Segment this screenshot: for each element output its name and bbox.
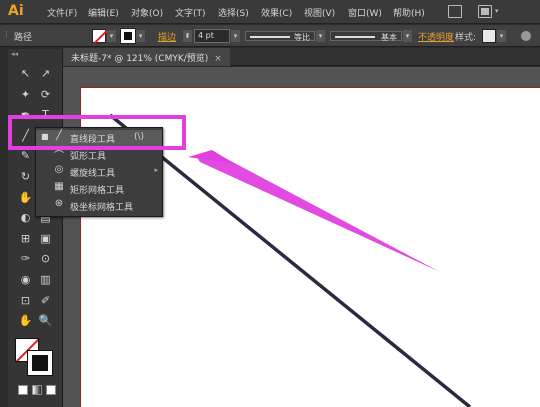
collapse-panel-icon[interactable]: ◂◂ bbox=[11, 50, 18, 58]
selection-type-label: 路径 bbox=[14, 33, 33, 43]
flyout-item-spiral-tool[interactable]: ◎ 螺旋线工具 ▸ bbox=[36, 164, 162, 180]
menu-help[interactable]: 帮助(H) bbox=[393, 6, 425, 19]
rectangular-grid-icon: ▦ bbox=[54, 181, 64, 192]
flyout-item-label: 矩形网格工具 bbox=[70, 186, 125, 196]
app-logo: Ai bbox=[8, 3, 24, 19]
tool-20-icon[interactable]: ◉ bbox=[17, 272, 34, 287]
tools-panel: ◂◂ ↖↗✦⟳✒T╱▭✎✂↻⤡✋⬒◐▤⊞▣✑⊙◉▥⊡✐✋🔍 bbox=[8, 49, 63, 407]
color-mode-icon[interactable] bbox=[18, 385, 28, 395]
tool-25-icon[interactable]: 🔍 bbox=[37, 313, 54, 328]
menu-object[interactable]: 对象(O) bbox=[131, 6, 163, 19]
flyout-item-label: 螺旋线工具 bbox=[70, 169, 116, 179]
profile-dropdown[interactable]: ▾ bbox=[316, 30, 325, 42]
stroke-weight-dropdown[interactable]: ▾ bbox=[231, 30, 240, 42]
chevron-down-icon[interactable]: ▾ bbox=[495, 7, 499, 15]
graphic-style-dropdown[interactable]: ▾ bbox=[497, 30, 506, 42]
recolor-icon[interactable] bbox=[520, 30, 532, 42]
opacity-link[interactable]: 不透明度 bbox=[418, 30, 454, 43]
tool-22-icon[interactable]: ⊡ bbox=[17, 293, 34, 308]
menu-select[interactable]: 选择(S) bbox=[218, 6, 249, 19]
menu-file[interactable]: 文件(F) bbox=[47, 6, 77, 19]
tool-0-icon[interactable]: ↖ bbox=[17, 66, 34, 81]
document-tab-bar: 未标题-7* @ 121% (CMYK/预览) × bbox=[63, 48, 540, 66]
stroke-color-box[interactable] bbox=[27, 350, 53, 376]
brush-dropdown[interactable]: ▾ bbox=[403, 30, 412, 42]
menu-effect[interactable]: 效果(C) bbox=[261, 6, 292, 19]
polar-grid-icon: ⊛ bbox=[54, 198, 64, 209]
brush-definition-label: 基本 bbox=[381, 33, 397, 42]
control-bar: ⁞ 路径 ▾ ▾ 描边 ⬍ 4 pt ▾ 等比 ▾ 基本 ▾ 不透明度 样式: … bbox=[0, 25, 540, 47]
tool-16-icon[interactable]: ⊞ bbox=[17, 231, 34, 246]
variable-width-profile[interactable]: 等比 bbox=[245, 31, 315, 42]
stroke-swatch[interactable] bbox=[120, 28, 136, 44]
grip-handle: ⁞ bbox=[5, 30, 8, 40]
variable-width-profile-label: 等比 bbox=[294, 33, 310, 42]
tool-21-icon[interactable]: ▥ bbox=[37, 272, 54, 287]
tool-19-icon[interactable]: ⊙ bbox=[37, 251, 54, 266]
arrange-documents-icon[interactable] bbox=[478, 5, 492, 18]
tool-10-icon[interactable]: ↻ bbox=[17, 169, 34, 184]
chevron-right-icon: ▸ bbox=[154, 166, 158, 174]
tool-12-icon[interactable]: ✋ bbox=[17, 190, 34, 205]
graphic-style-swatch[interactable] bbox=[482, 29, 496, 43]
tool-3-icon[interactable]: ⟳ bbox=[37, 87, 54, 102]
highlight-annotation-box bbox=[8, 115, 186, 150]
none-mode-icon[interactable] bbox=[46, 385, 56, 395]
tool-18-icon[interactable]: ✑ bbox=[17, 251, 34, 266]
tool-2-icon[interactable]: ✦ bbox=[17, 87, 34, 102]
menu-view[interactable]: 视图(V) bbox=[304, 6, 335, 19]
flyout-item-label: 弧形工具 bbox=[70, 152, 107, 162]
fill-swatch[interactable] bbox=[92, 29, 106, 43]
document-tab[interactable]: 未标题-7* @ 121% (CMYK/预览) × bbox=[63, 48, 230, 66]
style-label: 样式: bbox=[455, 33, 477, 43]
menu-type[interactable]: 文字(T) bbox=[175, 6, 206, 19]
stroke-weight-stepper[interactable]: ⬍ bbox=[183, 30, 192, 42]
tool-1-icon[interactable]: ↗ bbox=[37, 66, 54, 81]
flyout-item-rectangular-grid-tool[interactable]: ▦ 矩形网格工具 bbox=[36, 181, 162, 197]
flyout-item-label: 极坐标网格工具 bbox=[70, 203, 134, 213]
bridge-icon[interactable] bbox=[448, 5, 462, 18]
spiral-icon: ◎ bbox=[54, 164, 64, 175]
flyout-item-polar-grid-tool[interactable]: ⊛ 极坐标网格工具 bbox=[36, 198, 162, 214]
menu-edit[interactable]: 编辑(E) bbox=[88, 6, 119, 19]
gradient-mode-icon[interactable] bbox=[32, 385, 42, 395]
fill-dropdown[interactable]: ▾ bbox=[107, 30, 116, 42]
tool-14-icon[interactable]: ◐ bbox=[17, 210, 34, 225]
stroke-weight-field[interactable]: 4 pt bbox=[194, 29, 230, 43]
tool-8-icon[interactable]: ✎ bbox=[17, 148, 34, 163]
document-tab-title: 未标题-7* @ 121% (CMYK/预览) bbox=[71, 54, 209, 64]
tool-17-icon[interactable]: ▣ bbox=[37, 231, 54, 246]
tool-24-icon[interactable]: ✋ bbox=[17, 313, 34, 328]
close-icon[interactable]: × bbox=[214, 54, 222, 64]
brush-definition[interactable]: 基本 bbox=[330, 31, 402, 42]
stroke-panel-link[interactable]: 描边 bbox=[158, 30, 176, 43]
stroke-dropdown[interactable]: ▾ bbox=[136, 30, 145, 42]
tool-23-icon[interactable]: ✐ bbox=[37, 293, 54, 308]
menu-bar: Ai 文件(F) 编辑(E) 对象(O) 文字(T) 选择(S) 效果(C) 视… bbox=[0, 0, 540, 24]
menu-window[interactable]: 窗口(W) bbox=[348, 6, 382, 19]
